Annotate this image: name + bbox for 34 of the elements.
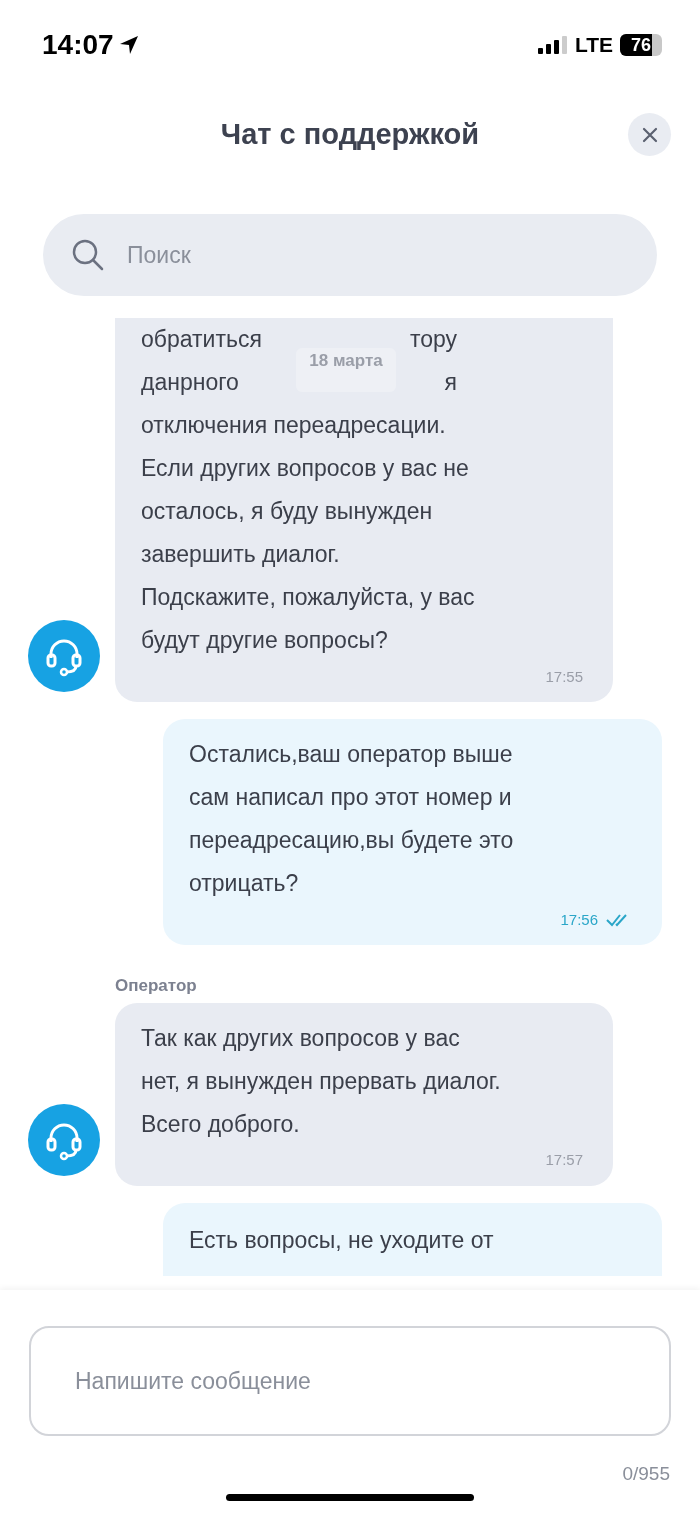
message-fragment: я [444,368,457,398]
message-time: 17:56 [560,909,598,930]
sender-name: Оператор [115,975,198,997]
signal-icon [537,36,568,54]
message-line: осталось, я буду вынужден [141,497,434,527]
character-counter: 0/955 [622,1462,670,1486]
message-line: переадресацию,вы будете это [189,826,515,856]
close-button[interactable] [628,113,671,156]
clock-time: 14:07 [42,28,114,62]
message-line: Так как других вопросов у вас [141,1023,461,1053]
message-fragment: данрного [141,368,239,398]
message-line: отключения переадресации. [141,411,447,441]
close-icon [641,126,658,143]
message-line: сам написал про этот номер и [189,783,513,813]
message-line: Остались,ваш оператор выше [189,740,514,770]
message-time: 17:55 [545,666,583,687]
message-time: 17:57 [545,1150,583,1171]
message-line: Подскажите, пожалуйста, у вас [141,583,476,613]
message-line: будут другие вопросы? [141,626,389,656]
message-line: нет, я вынужден прервать диалог. [141,1066,502,1096]
network-label: LTE [574,32,613,59]
message-line: отрицать? [189,869,300,899]
message-line: завершить диалог. [141,540,341,570]
battery-icon: 76 [620,34,662,56]
chat-title: Чат с поддержкой [220,117,480,153]
date-label: 18 марта [296,348,396,392]
message-line: Есть вопросы, не уходите от [189,1225,495,1255]
message-input-field[interactable]: Напишите сообщение [29,1326,671,1436]
message-fragment: обратиться [141,325,262,355]
search-icon [71,238,105,272]
message-line: Всего доброго. [141,1109,301,1139]
search-field[interactable]: Поиск [43,214,657,296]
message-line: Если других вопросов у вас не [141,454,470,484]
message-fragment: тору [409,325,457,355]
